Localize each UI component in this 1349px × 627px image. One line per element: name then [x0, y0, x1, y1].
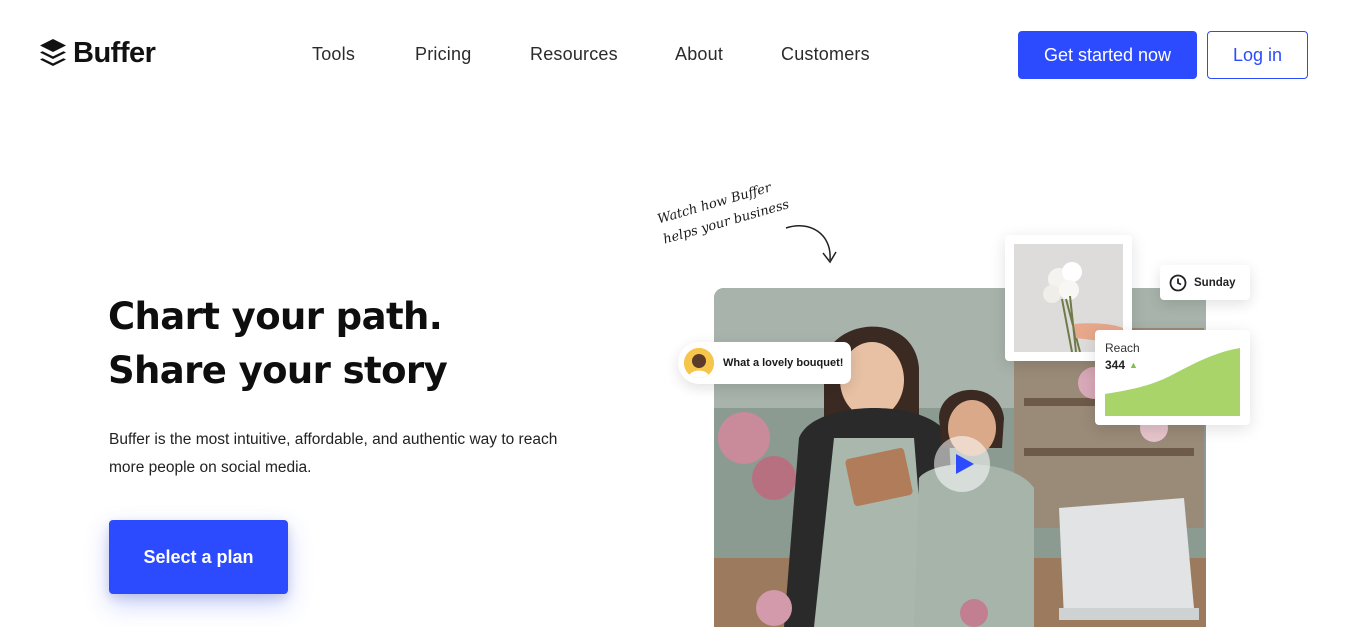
buffer-logo[interactable]: Buffer	[39, 37, 156, 70]
reach-area-chart	[1105, 348, 1240, 416]
get-started-button[interactable]: Get started now	[1018, 31, 1197, 79]
hero-title-line-1: Chart your path.	[108, 295, 443, 338]
login-button[interactable]: Log in	[1207, 31, 1308, 79]
clock-icon	[1169, 274, 1187, 291]
avatar	[684, 348, 714, 378]
avatar-image	[684, 348, 714, 378]
comment-text: What a lovely bouquet!	[723, 357, 844, 369]
reach-analytics-card: Reach 344 ▲	[1095, 330, 1250, 425]
curved-arrow-icon	[785, 225, 837, 264]
hero-title: Chart your path. Share your story	[108, 290, 588, 398]
arrow-up-icon: ▲	[1129, 360, 1138, 370]
play-icon	[956, 454, 974, 474]
reach-label: Reach	[1105, 341, 1140, 355]
hero-subtitle: Buffer is the most intuitive, affordable…	[109, 431, 558, 476]
buffer-logo-icon	[40, 39, 66, 66]
reach-value: 344 ▲	[1105, 358, 1138, 372]
nav-item-customers[interactable]: Customers	[781, 44, 870, 65]
play-button[interactable]	[934, 436, 990, 492]
schedule-day-text: Sunday	[1194, 276, 1236, 289]
nav-item-resources[interactable]: Resources	[530, 44, 618, 65]
logo-text: Buffer	[73, 37, 156, 69]
nav-item-tools[interactable]: Tools	[312, 44, 355, 65]
handwritten-caption: Watch how Buffer helps your business	[655, 171, 801, 250]
nav-item-about[interactable]: About	[675, 44, 723, 65]
reach-number: 344	[1105, 358, 1126, 372]
buffer-landing-page: Buffer Tools Pricing Resources About Cus…	[0, 0, 1349, 627]
schedule-day-chip: Sunday	[1160, 265, 1250, 300]
hero-title-line-2: Share your story	[108, 349, 448, 392]
select-plan-button[interactable]: Select a plan	[109, 520, 288, 594]
nav-item-pricing[interactable]: Pricing	[415, 44, 471, 65]
comment-bubble: What a lovely bouquet!	[678, 342, 851, 384]
